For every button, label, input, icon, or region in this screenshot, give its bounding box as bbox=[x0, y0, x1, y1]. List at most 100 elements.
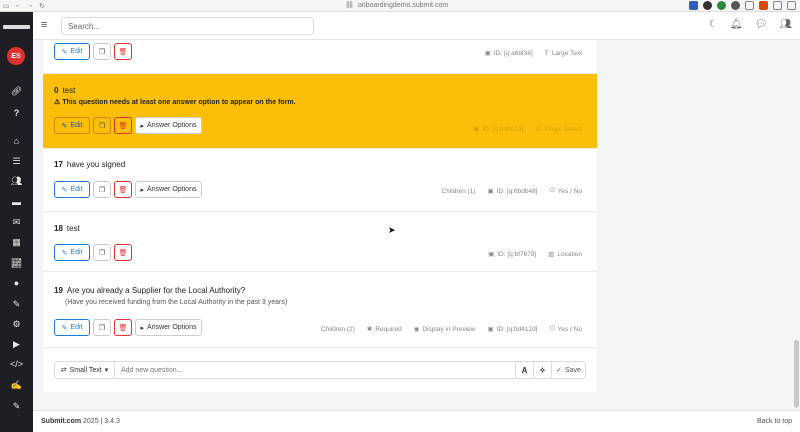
copy-icon: ❐ bbox=[98, 324, 106, 332]
meta-type: ▥ Location bbox=[548, 250, 582, 259]
logo[interactable] bbox=[3, 25, 30, 29]
trash-icon: 🗑︎ bbox=[118, 324, 128, 332]
folder-icon[interactable]: ▬ bbox=[0, 195, 33, 209]
question-meta: Children (1) ▣ ID: [q:6bdb48] ⏻ Yes / No bbox=[442, 187, 582, 195]
avatar[interactable]: ES bbox=[7, 47, 25, 65]
font-icon[interactable]: A bbox=[515, 362, 533, 378]
question-icon[interactable]: ? bbox=[0, 106, 33, 120]
edit-icon: ✎ bbox=[61, 186, 68, 194]
reload-icon[interactable]: ↻ bbox=[36, 2, 48, 10]
text-format-icon: ⇄ bbox=[60, 367, 67, 374]
inbox-icon[interactable]: ✉ bbox=[0, 215, 33, 229]
meta-display: ◉ Display in Preview bbox=[413, 325, 476, 334]
bell-icon[interactable]: 🔔︎ bbox=[730, 19, 743, 30]
chat-icon[interactable]: 💬︎ bbox=[755, 19, 768, 30]
home-icon[interactable]: ⌂ bbox=[0, 134, 33, 148]
extension-icons bbox=[689, 1, 796, 10]
brush-icon[interactable]: ✎ bbox=[0, 297, 33, 311]
question-meta: ▣ ID: [q:bf7678] ▥ Location bbox=[488, 250, 582, 259]
users-icon[interactable]: 👥︎ bbox=[779, 19, 792, 30]
question-type-dropdown[interactable]: ⇄ Small Text ▾ bbox=[55, 362, 115, 378]
sidebar-toggle-icon[interactable]: ▭ bbox=[0, 2, 12, 10]
trash-icon: 🗑︎ bbox=[118, 48, 128, 56]
back-to-top-link[interactable]: Back to top bbox=[757, 418, 792, 425]
edit-icon: ✎ bbox=[61, 122, 68, 130]
power-icon: ⏻ bbox=[549, 187, 555, 194]
question-actions: ✎ Edit ❐ 🗑︎ bbox=[54, 244, 132, 261]
copy-button[interactable]: ❐ bbox=[93, 181, 111, 198]
delete-button[interactable]: 🗑︎ bbox=[114, 181, 132, 198]
copy-icon: ❐ bbox=[98, 186, 106, 194]
edit-icon[interactable]: ✍ bbox=[0, 378, 33, 392]
edit-icon[interactable]: ✎ bbox=[0, 399, 33, 413]
meta-type: ☑ Single Select bbox=[535, 125, 582, 134]
question-card: 18 test ✎ Edit ❐ 🗑︎ ▣ ID: [q:bf7678] ▥ Locat… bbox=[43, 212, 597, 272]
edit-button[interactable]: ✎ Edit bbox=[54, 319, 90, 336]
list-icon[interactable]: ☰ bbox=[0, 154, 33, 168]
id-icon: ▣ bbox=[488, 251, 495, 258]
link-icon: ⛓ bbox=[345, 2, 354, 9]
delete-button[interactable]: 🗑︎ bbox=[114, 244, 132, 261]
caret-right-icon: ▸ bbox=[140, 186, 145, 194]
caret-down-icon: ▾ bbox=[104, 367, 109, 374]
meta-id: ▣ ID: [q:a6bf36] bbox=[484, 49, 533, 58]
text-icon: T bbox=[544, 49, 549, 57]
warning-icon: ⚠ bbox=[54, 99, 63, 106]
answer-options-button[interactable]: ▸ Answer Options bbox=[135, 181, 202, 198]
back-icon[interactable]: ← bbox=[12, 2, 24, 9]
meta-type: T Large Text bbox=[544, 49, 582, 57]
copy-button[interactable]: ❐ bbox=[93, 117, 111, 134]
extension-icon[interactable] bbox=[787, 1, 796, 10]
users-icon[interactable]: 👥︎ bbox=[0, 174, 33, 188]
moon-icon[interactable]: ☾ bbox=[709, 19, 718, 30]
hamburger-icon[interactable]: ≡ bbox=[41, 19, 47, 31]
id-icon: ▣ bbox=[487, 188, 494, 195]
question-card-warning: 0 test ⚠ This question needs at least one… bbox=[43, 74, 597, 149]
edit-button[interactable]: ✎ Edit bbox=[54, 43, 90, 60]
extension-icon[interactable] bbox=[745, 1, 754, 10]
edit-button[interactable]: ✎ Edit bbox=[54, 181, 90, 198]
answer-options-button[interactable]: ▸ Answer Options bbox=[135, 319, 202, 336]
extension-icon[interactable] bbox=[703, 1, 712, 10]
extension-icon[interactable] bbox=[773, 1, 782, 10]
extension-icon[interactable] bbox=[689, 1, 698, 10]
meta-type: ⏻ Yes / No bbox=[549, 187, 583, 195]
delete-button[interactable]: 🗑︎ bbox=[114, 117, 132, 134]
code-icon[interactable]: </> bbox=[0, 357, 33, 371]
video-icon[interactable]: ▶ bbox=[0, 337, 33, 351]
scrollbar[interactable] bbox=[794, 340, 799, 408]
id-icon: ▣ bbox=[484, 50, 491, 57]
forward-icon[interactable]: → bbox=[24, 2, 36, 9]
search-input[interactable]: Search... bbox=[61, 17, 314, 35]
copy-button[interactable]: ❐ bbox=[93, 43, 111, 60]
delete-button[interactable]: 🗑︎ bbox=[114, 319, 132, 336]
save-button[interactable]: ✓ Save bbox=[551, 362, 585, 378]
user-icon[interactable]: ● bbox=[0, 276, 33, 290]
extension-icon[interactable] bbox=[731, 1, 740, 10]
address-bar[interactable]: ⛓ onboardingdemo.submit.com bbox=[345, 1, 448, 10]
copy-button[interactable]: ❐ bbox=[93, 319, 111, 336]
map-icon: ▥ bbox=[548, 251, 555, 258]
add-question-input[interactable]: Add new question... bbox=[115, 367, 515, 374]
answer-options-button[interactable]: ▸ Answer Options bbox=[135, 117, 202, 134]
extension-icon[interactable] bbox=[759, 1, 768, 10]
gear-icon[interactable]: ⚙ bbox=[0, 317, 33, 331]
edit-button[interactable]: ✎ Edit bbox=[54, 244, 90, 261]
magic-wand-icon[interactable]: ✧ bbox=[533, 362, 551, 378]
caret-right-icon: ▸ bbox=[140, 122, 145, 130]
question-card: 17 have you signed ✎ Edit ❐ 🗑︎ ▸ Answer Opt… bbox=[43, 149, 597, 212]
id-icon: ▣ bbox=[487, 326, 494, 333]
question-meta: Children (2) ✱ Required ◉ Display in Previ… bbox=[321, 325, 582, 333]
meta-children: Children (1) bbox=[441, 187, 476, 195]
delete-button[interactable]: 🗑︎ bbox=[114, 43, 132, 60]
link-icon[interactable]: 🔗︎ bbox=[0, 84, 33, 98]
footer: Submit.com 2025 | 3.4.3 Back to top bbox=[33, 410, 800, 432]
copy-button[interactable]: ❐ bbox=[93, 244, 111, 261]
top-icons: ☾ 🔔︎ 💬︎ 👥︎ bbox=[709, 19, 792, 30]
calendar-icon[interactable]: ▦ bbox=[0, 235, 33, 249]
edit-button[interactable]: ✎ Edit bbox=[54, 117, 90, 134]
id-icon: ▣ bbox=[473, 126, 480, 133]
question-title: 18 test bbox=[54, 224, 80, 233]
extension-icon[interactable] bbox=[717, 1, 726, 10]
chart-icon[interactable]: 📈︎ bbox=[0, 256, 33, 270]
